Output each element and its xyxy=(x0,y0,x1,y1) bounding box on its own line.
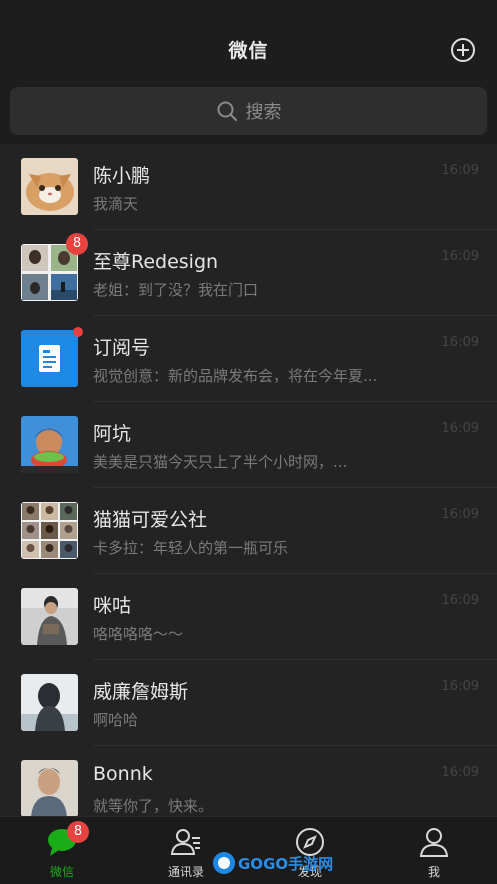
tab-chats[interactable]: 8 微信 xyxy=(0,817,124,884)
tab-unread-badge: 8 xyxy=(67,821,89,843)
tab-me[interactable]: 我 xyxy=(372,817,496,884)
chat-item[interactable]: 陈小鹏 我滴天 16:09 xyxy=(0,144,497,230)
tab-label: 通讯录 xyxy=(167,865,204,879)
chat-time: 16:09 xyxy=(441,507,479,522)
avatar xyxy=(21,760,78,816)
tab-label: 微信 xyxy=(49,865,74,879)
avatar xyxy=(21,158,78,215)
avatar xyxy=(21,416,78,473)
wechat-app: 微信 搜索 陈小鹏 我滴天 16:09 至尊Redesign 老姐：到了没？我在… xyxy=(0,0,497,883)
chat-preview: 啊哈哈 xyxy=(93,711,139,729)
chat-preview: 咯咯咯咯～～ xyxy=(93,625,184,643)
chat-name: 至尊Redesign xyxy=(93,251,219,273)
chat-time: 16:09 xyxy=(441,249,479,264)
chat-name: 订阅号 xyxy=(93,337,151,359)
chat-item[interactable]: 阿坑 美美是只猫今天只上了半个小时网，... 16:09 xyxy=(0,402,497,488)
chat-preview: 视觉创意：新的品牌发布会，将在今年夏... xyxy=(93,367,378,385)
search-bar: 搜索 xyxy=(0,80,497,144)
tab-contacts[interactable]: 通讯录 xyxy=(124,817,248,884)
subscription-avatar xyxy=(21,330,78,387)
search-placeholder: 搜索 xyxy=(245,102,282,123)
chat-time: 16:09 xyxy=(441,421,479,436)
chat-preview: 美美是只猫今天只上了半个小时网，... xyxy=(93,453,348,471)
search-icon xyxy=(217,101,237,121)
avatar xyxy=(21,588,78,645)
chat-name: Bonnk xyxy=(93,763,153,785)
compass-icon xyxy=(296,828,324,856)
chat-name: 阿坑 xyxy=(93,423,132,445)
chat-item[interactable]: 咪咕 咯咯咯咯～～ 16:09 xyxy=(0,574,497,660)
chat-name: 猫猫可爱公社 xyxy=(93,509,208,531)
group-avatar xyxy=(21,502,78,559)
page-title: 微信 xyxy=(228,40,269,62)
avatar xyxy=(21,674,78,731)
unread-dot xyxy=(73,327,83,337)
unread-badge: 8 xyxy=(66,233,88,255)
tab-bar: 8 微信 通讯录 发现 我 xyxy=(0,816,497,883)
tab-label: 发现 xyxy=(297,865,322,879)
chat-time: 16:09 xyxy=(441,163,479,178)
chat-time: 16:09 xyxy=(441,765,479,780)
tab-discover[interactable]: 发现 xyxy=(248,817,372,884)
person-icon xyxy=(419,828,449,857)
chat-preview: 我滴天 xyxy=(93,195,139,213)
nav-header: 微信 xyxy=(0,0,497,80)
contacts-icon xyxy=(170,829,200,855)
chat-item[interactable]: 威廉詹姆斯 啊哈哈 16:09 xyxy=(0,660,497,746)
chat-time: 16:09 xyxy=(441,593,479,608)
chat-time: 16:09 xyxy=(441,335,479,350)
chat-preview: 就等你了，快来。 xyxy=(93,797,214,815)
chat-name: 陈小鹏 xyxy=(93,165,151,187)
chat-time: 16:09 xyxy=(441,679,479,694)
tab-label: 我 xyxy=(427,865,440,879)
chat-name: 咪咕 xyxy=(93,595,132,617)
chat-name: 威廉詹姆斯 xyxy=(93,681,189,703)
add-plus-icon[interactable] xyxy=(451,38,475,62)
chat-item[interactable]: Bonnk 就等你了，快来。 16:09 xyxy=(0,746,497,816)
chat-preview: 卡多拉：年轻人的第一瓶可乐 xyxy=(93,539,289,557)
chat-item[interactable]: 猫猫可爱公社 卡多拉：年轻人的第一瓶可乐 16:09 xyxy=(0,488,497,574)
search-input[interactable]: 搜索 xyxy=(10,87,487,135)
chat-preview: 老姐：到了没？我在门口 xyxy=(93,281,259,299)
